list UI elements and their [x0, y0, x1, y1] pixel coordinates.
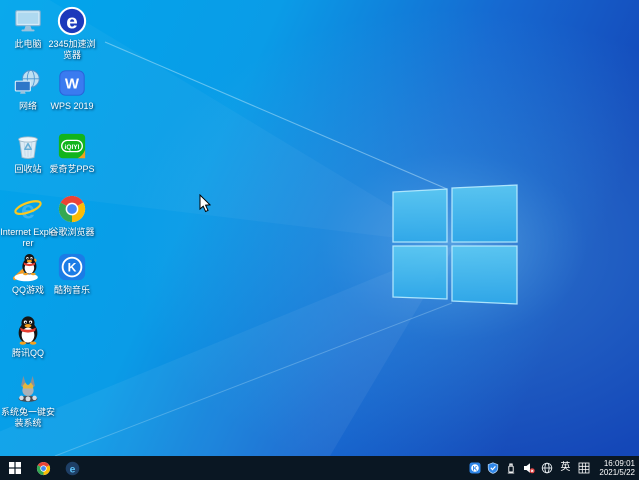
icon-label: 回收站 [14, 164, 42, 174]
icon-label: 此电脑 [14, 39, 42, 49]
svg-text:iQIYI: iQIYI [65, 144, 80, 151]
kugou-music-icon: K [58, 253, 86, 281]
desktop-icon-2345-browser[interactable]: e 2345加速浏览器 [44, 6, 100, 61]
tray-kugou-icon[interactable]: K [468, 456, 481, 480]
desktop-icon-chrome[interactable]: 谷歌浏览器 [44, 194, 100, 238]
svg-text:W: W [65, 76, 80, 93]
desktop: 此电脑 e 2345加速浏览器 网络 W WPS 2019 回收站 iQIYI … [0, 0, 639, 480]
clock-date: 2021/5/22 [599, 468, 635, 477]
desktop-icon-kugou-music[interactable]: K 酷狗音乐 [44, 252, 100, 296]
2345-browser-icon: e [65, 461, 80, 475]
system-tray: K 英 16:09:01 2021/5/22 [468, 456, 639, 480]
svg-text:e: e [70, 464, 76, 475]
desktop-icon-iqiyi-pps[interactable]: iQIYI 爱奇艺PPS [44, 131, 100, 175]
icon-label: 系统兔一键安装系统 [0, 407, 55, 428]
taskbar: e K 英 16:09:01 2021/5/22 [0, 456, 639, 480]
icon-label: 2345加速浏览器 [48, 39, 96, 60]
tray-ime-grid-icon[interactable] [577, 456, 590, 480]
qq-games-icon [13, 253, 38, 282]
taskbar-chrome-button[interactable] [29, 456, 58, 480]
tray-ime-language[interactable]: 英 [558, 456, 572, 480]
icon-label: 酷狗音乐 [53, 285, 90, 295]
recycle-bin-icon [18, 136, 38, 159]
internet-explorer-icon: e [14, 196, 42, 224]
wps-icon: W [59, 70, 85, 96]
tencent-qq-icon [18, 316, 38, 345]
tray-shield-icon[interactable] [486, 456, 499, 480]
icon-label: WPS 2019 [50, 101, 94, 111]
tray-network-globe-icon[interactable] [540, 456, 553, 480]
desktop-icon-wps-2019[interactable]: W WPS 2019 [44, 68, 100, 112]
this-pc-icon [15, 10, 41, 32]
tray-usb-icon[interactable] [504, 456, 517, 480]
taskbar-clock[interactable]: 16:09:01 2021/5/22 [599, 459, 635, 477]
system-rabbit-icon [18, 375, 38, 402]
icon-label: QQ游戏 [11, 285, 44, 295]
svg-text:e: e [66, 11, 77, 34]
network-icon [14, 69, 40, 94]
svg-text:K: K [68, 261, 77, 275]
chrome-icon [36, 461, 51, 475]
desktop-icon-tencent-qq[interactable]: 腾讯QQ [0, 315, 56, 359]
icon-label: 谷歌浏览器 [49, 227, 95, 237]
chrome-icon [58, 195, 86, 223]
taskbar-2345-browser-button[interactable]: e [58, 456, 87, 480]
tray-volume-muted-icon[interactable] [522, 456, 535, 480]
windows-start-icon [8, 462, 21, 474]
clock-time: 16:09:01 [603, 459, 635, 468]
desktop-icon-system-rabbit[interactable]: 系统兔一键安装系统 [0, 374, 56, 429]
icon-label: 网络 [18, 101, 37, 111]
svg-text:K: K [473, 465, 478, 472]
icon-label: 爱奇艺PPS [49, 164, 95, 174]
2345-browser-icon: e [57, 6, 87, 36]
start-button[interactable] [0, 456, 29, 480]
icon-label: 腾讯QQ [11, 348, 44, 358]
iqiyi-icon: iQIYI [58, 133, 86, 159]
